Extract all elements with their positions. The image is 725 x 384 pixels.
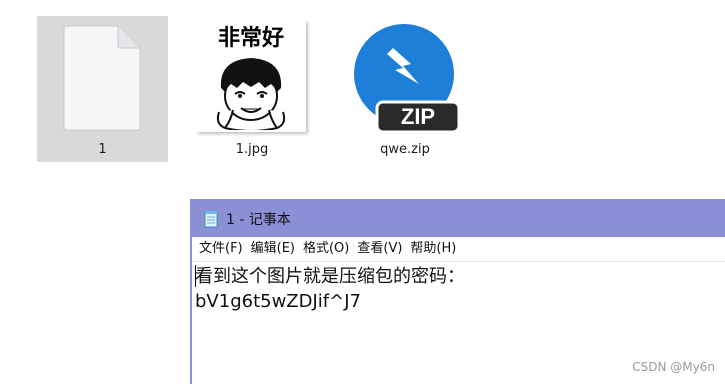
watermark: CSDN @My6n [632, 360, 715, 374]
menu-help[interactable]: 帮助(H) [409, 240, 463, 258]
notepad-window[interactable]: 1 - 记事本 文件(F) 编辑(E) 格式(O) 查看(V) 帮助(H) 看到… [190, 199, 725, 384]
editor-line: bV1g6t5wZDJif^J7 [195, 291, 361, 312]
menu-bar: 文件(F) 编辑(E) 格式(O) 查看(V) 帮助(H) [192, 237, 725, 262]
file-label: 1.jpg [235, 142, 269, 157]
file-label: 1 [98, 142, 107, 157]
menu-edit[interactable]: 编辑(E) [250, 240, 302, 258]
window-title: 1 - 记事本 [226, 212, 291, 228]
image-caption: 非常好 [217, 26, 284, 51]
editor-line: 看到这个图片就是压缩包的密码： [195, 266, 465, 287]
file-item-zip[interactable]: ZIP qwe.zip [345, 16, 465, 162]
meme-face-icon [216, 58, 286, 130]
zip-badge-label: ZIP [400, 104, 436, 129]
menu-format[interactable]: 格式(O) [302, 240, 356, 258]
text-caret [195, 265, 196, 287]
file-item-1[interactable]: 1 [37, 16, 168, 162]
text-editor[interactable]: 看到这个图片就是压缩包的密码： bV1g6t5wZDJif^J7 [192, 262, 725, 316]
file-label: qwe.zip [380, 142, 430, 157]
notepad-icon [204, 211, 218, 228]
title-bar[interactable]: 1 - 记事本 [192, 201, 725, 237]
menu-file[interactable]: 文件(F) [198, 240, 250, 258]
menu-view[interactable]: 查看(V) [356, 240, 409, 258]
blank-document-icon [63, 25, 141, 131]
desktop: 1 1.jpg 非常好 ZIP qwe.zip 1 - 记事本 文件(F) 编辑… [0, 0, 725, 384]
image-thumbnail: 非常好 [196, 20, 306, 132]
